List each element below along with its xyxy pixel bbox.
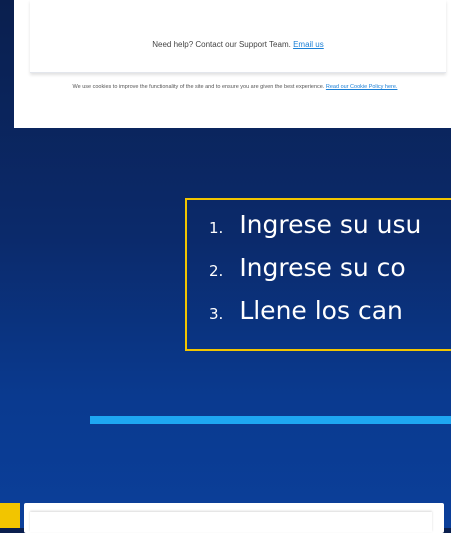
cookie-policy-link[interactable]: Read our Cookie Policy here. xyxy=(326,84,398,90)
support-message: Need help? Contact our Support Team. Ema… xyxy=(30,40,446,49)
bottom-form-card xyxy=(30,512,432,532)
step-number: 1. xyxy=(209,219,224,237)
step-text: Ingrese su usu xyxy=(239,210,422,239)
step-3: 3. Llene los can xyxy=(209,296,403,325)
step-number: 2. xyxy=(209,262,224,280)
accent-divider xyxy=(90,416,451,424)
email-us-link[interactable]: Email us xyxy=(293,40,324,49)
step-text: Ingrese su co xyxy=(239,253,406,282)
step-2: 2. Ingrese su co xyxy=(209,253,406,282)
cookie-notice: We use cookies to improve the functional… xyxy=(60,83,410,91)
login-form-card xyxy=(30,0,446,73)
cookie-text: We use cookies to improve the functional… xyxy=(72,84,325,90)
instructions-box: 1. Ingrese su usu 2. Ingrese su co 3. Llene… xyxy=(185,198,451,351)
yellow-accent-strip xyxy=(0,503,20,528)
step-text: Llene los can xyxy=(239,296,403,325)
support-text: Need help? Contact our Support Team. xyxy=(152,40,291,49)
step-number: 3. xyxy=(209,305,224,323)
step-1: 1. Ingrese su usu xyxy=(209,210,421,239)
